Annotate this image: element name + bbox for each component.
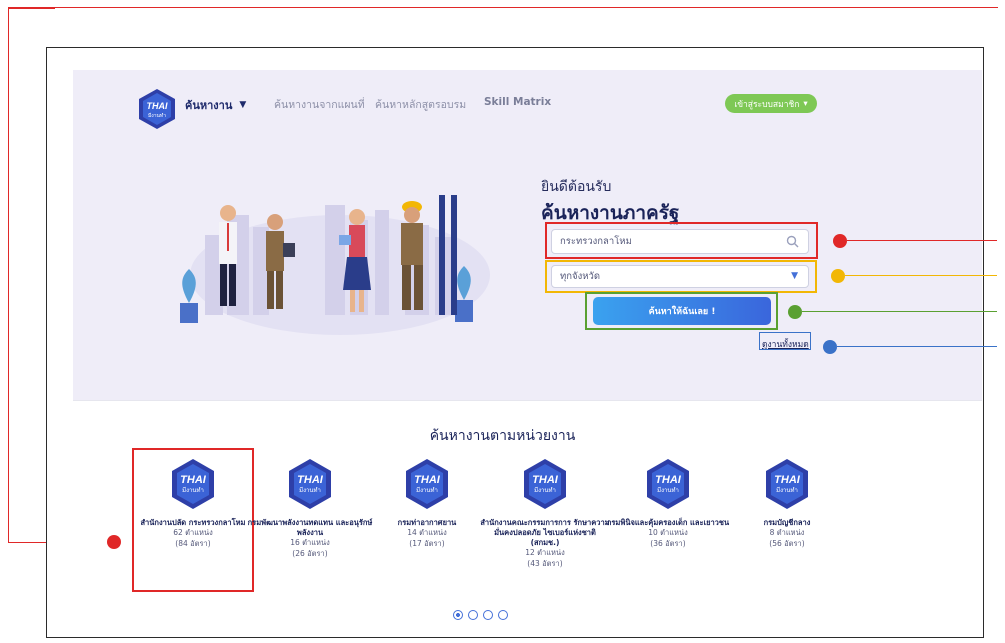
screenshot-stage: THAI มีงานทำ ค้นหางาน ▼ ค้นหางานจากแผนที… bbox=[0, 0, 1005, 643]
nav-link-skill-matrix[interactable]: Skill Matrix bbox=[484, 96, 551, 108]
thai-logo[interactable]: THAI มีงานทำ bbox=[137, 88, 177, 130]
pager-dot-4[interactable] bbox=[498, 610, 508, 620]
logo-text: THAI bbox=[147, 101, 168, 111]
logo-text: THAI bbox=[774, 474, 801, 486]
agency-rates: (84 อัตรา) bbox=[175, 539, 211, 548]
logo-subtext: มีงานทำ bbox=[534, 486, 556, 494]
annotation-box-all-jobs bbox=[759, 332, 811, 350]
agency-positions: 62 ตำแหน่ง bbox=[173, 528, 213, 538]
annotation-box-province bbox=[545, 260, 817, 293]
logo-text: THAI bbox=[297, 474, 324, 486]
nav-link-map[interactable]: ค้นหางานจากแผนที่ bbox=[274, 96, 365, 113]
callout-line-left bbox=[8, 7, 9, 542]
agency-rates: (43 อัตรา) bbox=[527, 559, 563, 569]
login-button[interactable]: เข้าสู่ระบบสมาชิก ▾ bbox=[725, 94, 817, 113]
logo-text: THAI bbox=[532, 474, 559, 486]
chevron-down-icon: ▼ bbox=[239, 100, 247, 110]
nav-find-jobs-label: ค้นหางาน bbox=[185, 99, 233, 112]
agency-rates: (56 อัตรา) bbox=[769, 539, 805, 548]
annotation-box-search bbox=[545, 222, 818, 259]
pager-dot-2[interactable] bbox=[468, 610, 478, 620]
thai-logo: THAIมีงานทำ bbox=[289, 459, 331, 509]
annotation-dot-agency bbox=[107, 535, 121, 549]
logo-text: THAI bbox=[414, 474, 441, 486]
logo-subtext: มีงานทำ bbox=[416, 486, 438, 494]
logo-subtext: มีงานทำ bbox=[299, 486, 321, 494]
agency-rates: (36 อัตรา) bbox=[650, 539, 686, 548]
agency-name: กรมท่าอากาศยาน bbox=[397, 518, 457, 527]
logo-text: THAI bbox=[655, 474, 682, 486]
thai-logo: THAIมีงานทำ bbox=[647, 459, 689, 509]
agency-card[interactable]: THAI มีงานทำกรมท่าอากาศยาน 14 ตำแหน่ง (17 อ… bbox=[362, 458, 492, 550]
carousel-pager bbox=[453, 610, 508, 620]
annotation-dot-green bbox=[788, 305, 802, 319]
logo-text: THAI bbox=[180, 474, 207, 486]
nav-link-courses[interactable]: ค้นหาหลักสูตรอบรม bbox=[375, 96, 466, 113]
login-label: เข้าสู่ระบบสมาชิก bbox=[734, 99, 800, 110]
agency-positions: 8 ตำแหน่ง bbox=[769, 528, 805, 538]
callout-line-top bbox=[8, 7, 998, 8]
agency-card[interactable]: THAI มีงานทำกรมพัฒนาพลังงานทดแทน และอนุรั… bbox=[245, 458, 375, 560]
annotation-dot-red bbox=[833, 234, 847, 248]
agency-name: กรมพินิจและคุ้มครองเด็ก และเยาวชน bbox=[606, 518, 730, 527]
annotation-line-yellow bbox=[845, 275, 997, 276]
section-divider bbox=[73, 400, 982, 401]
logo-subtext: มีงานทำ bbox=[776, 486, 798, 494]
annotation-dot-blue bbox=[823, 340, 837, 354]
annotation-line-red bbox=[847, 240, 997, 241]
agency-name: สำนักงานปลัด กระทรวงกลาโหม bbox=[140, 518, 246, 527]
pager-dot-1[interactable] bbox=[453, 610, 463, 620]
agency-positions: 10 ตำแหน่ง bbox=[648, 528, 688, 538]
agency-name: กรมพัฒนาพลังงานทดแทน และอนุรักษ์พลังงาน bbox=[247, 518, 373, 538]
annotation-line-blue bbox=[837, 346, 997, 347]
callout-line-tab bbox=[8, 7, 55, 9]
logo-subtext: มีงานทำ bbox=[148, 112, 166, 119]
annotation-line-green bbox=[802, 311, 997, 312]
nav-find-jobs[interactable]: ค้นหางาน ▼ bbox=[185, 96, 246, 114]
agency-name: กรมบัญชีกลาง bbox=[763, 518, 811, 527]
chevron-down-icon: ▾ bbox=[803, 98, 808, 109]
agency-rates: (26 อัตรา) bbox=[292, 549, 328, 559]
agency-card[interactable]: THAI มีงานทำกรมบัญชีกลาง 8 ตำแหน่ง (56 อัตร… bbox=[722, 458, 852, 550]
section-title: ค้นหางานตามหน่วยงาน bbox=[429, 428, 576, 444]
annotation-box-button bbox=[585, 292, 778, 330]
agency-positions: 16 ตำแหน่ง bbox=[290, 538, 330, 548]
logo-subtext: มีงานทำ bbox=[657, 486, 679, 494]
pager-dot-3[interactable] bbox=[483, 610, 493, 620]
thai-logo: THAIมีงานทำ bbox=[524, 459, 566, 509]
agency-card[interactable]: THAI มีงานทำสำนักงานปลัด กระทรวงกลาโหม 62 … bbox=[128, 458, 258, 550]
annotation-dot-yellow bbox=[831, 269, 845, 283]
agency-positions: 14 ตำแหน่ง bbox=[407, 528, 447, 538]
agency-card[interactable]: THAI มีงานทำกรมพินิจและคุ้มครองเด็ก และเย… bbox=[603, 458, 733, 550]
agency-card[interactable]: THAI มีงานทำสำนักงานคณะกรรมการการ รักษาคว… bbox=[480, 458, 610, 570]
welcome-text: ยินดีต้อนรับ bbox=[541, 179, 612, 195]
agency-rates: (17 อัตรา) bbox=[409, 539, 445, 548]
thai-logo: THAIมีงานทำ bbox=[766, 459, 808, 509]
hero-illustration bbox=[180, 195, 490, 335]
agency-positions: 12 ตำแหน่ง bbox=[525, 548, 565, 558]
thai-logo: THAIมีงานทำ bbox=[172, 459, 214, 509]
logo-subtext: มีงานทำ bbox=[182, 486, 204, 494]
thai-logo: THAIมีงานทำ bbox=[406, 459, 448, 509]
agency-name: สำนักงานคณะกรรมการการ รักษาความมั่นคงปลอ… bbox=[480, 518, 610, 548]
